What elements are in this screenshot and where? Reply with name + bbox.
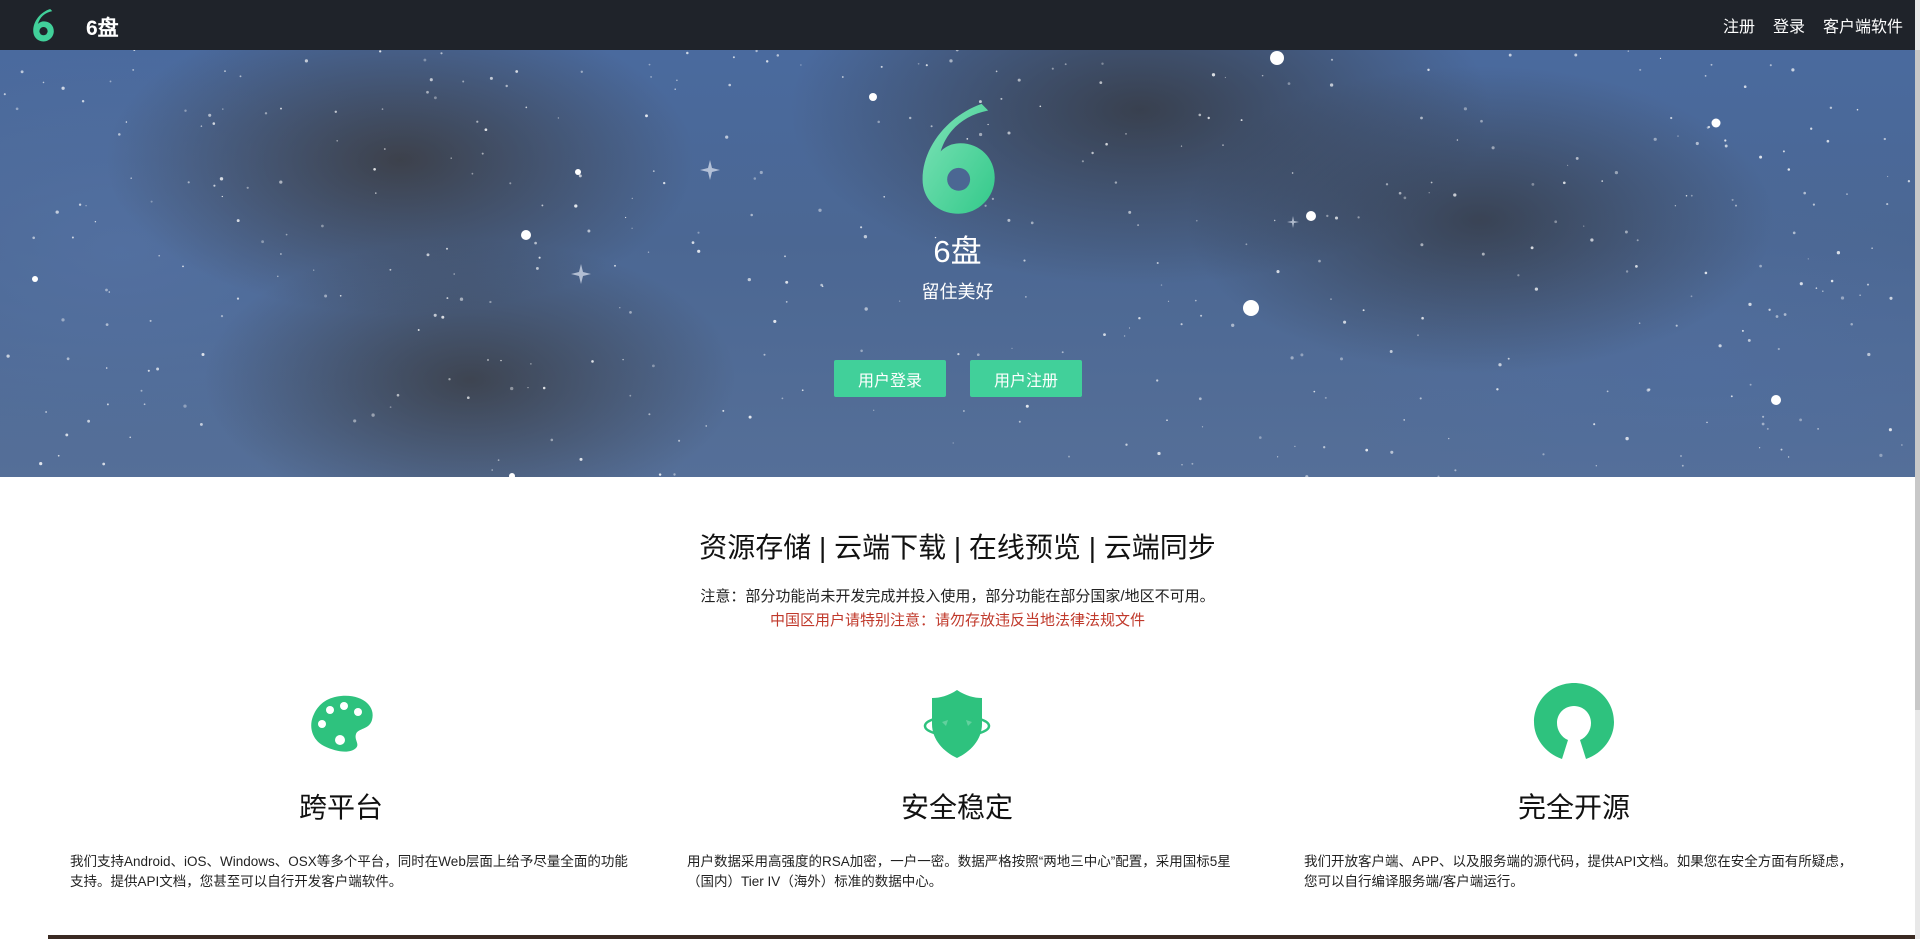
brand-name[interactable]: 6盘: [86, 12, 119, 42]
open-source-icon: [1534, 683, 1614, 759]
china-notice-text: 中国区用户请特别注意：请勿存放违反当地法律法规文件: [769, 612, 1145, 629]
nav-client-software-link[interactable]: 客户端软件: [1823, 13, 1903, 37]
nav-register-link[interactable]: 注册: [1723, 13, 1755, 37]
hero-logo-icon: [922, 103, 995, 214]
top-navbar: 6盘 注册 登录 客户端软件: [0, 0, 1915, 50]
palette-icon: [311, 695, 373, 752]
scrollbar-thumb[interactable]: [1915, 50, 1920, 710]
shield-icon: [923, 690, 991, 758]
feature-title-cross-platform: 跨平台: [298, 792, 383, 823]
feature-title-security: 安全稳定: [900, 792, 1013, 823]
register-button[interactable]: 用户注册: [970, 360, 1082, 397]
hero-banner: 6盘 留住美好 用户登录 用户注册: [0, 50, 1915, 477]
feature-desc-cross-platform: 我们支持Android、iOS、Windows、OSX等多个平台，同时在Web层…: [70, 854, 628, 889]
notice-text: 注意：部分功能尚未开发完成并投入使用，部分功能在部分国家/地区不可用。: [700, 588, 1215, 605]
nav-login-link[interactable]: 登录: [1773, 13, 1805, 37]
scrollbar-track[interactable]: [1915, 0, 1920, 939]
hero-subtitle: 留住美好: [921, 282, 994, 302]
hero-title: 6盘: [933, 234, 982, 269]
login-button[interactable]: 用户登录: [834, 360, 946, 397]
logo-icon[interactable]: [30, 7, 56, 43]
features-heading: 资源存储 | 云端下载 | 在线预览 | 云端同步: [699, 532, 1216, 563]
feature-desc-security: 用户数据采用高强度的RSA加密，一户一密。数据严格按照“两地三中心”配置，采用国…: [687, 854, 1231, 889]
feature-desc-open-source: 我们开放客户端、APP、以及服务端的源代码，提供API文档。如果您在安全方面有所…: [1304, 854, 1853, 889]
nav-links: 注册 登录 客户端软件: [1723, 0, 1903, 50]
footer-edge: [48, 935, 1915, 939]
feature-title-open-source: 完全开源: [1517, 792, 1630, 823]
